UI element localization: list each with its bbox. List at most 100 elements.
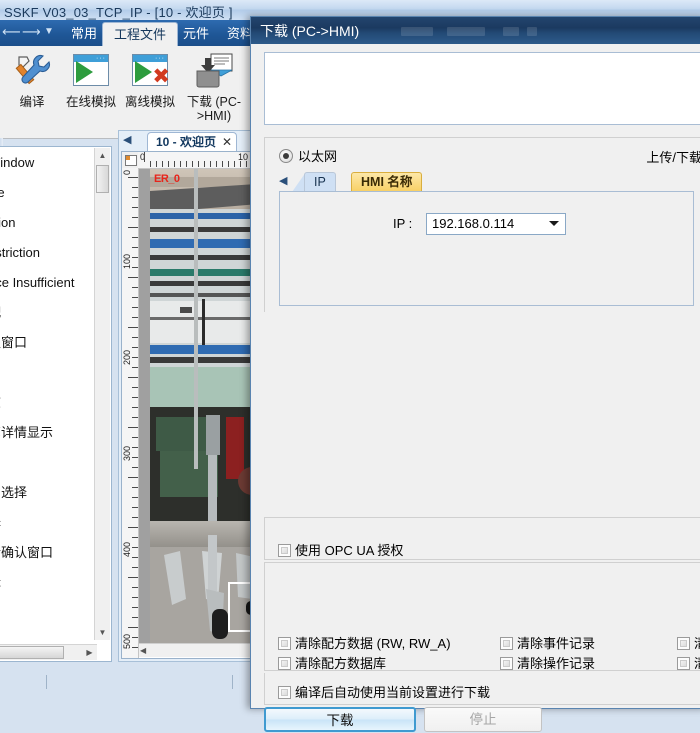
online-simulation-label: 在线模拟 — [66, 95, 116, 109]
window-tree-list[interactable]: Window ise ction estriction ace Insuffic… — [0, 148, 82, 640]
download-log-box[interactable] — [264, 52, 700, 125]
checkbox-label: 清除配方数据库 — [295, 656, 386, 671]
checkbox-icon — [677, 637, 690, 650]
triangle-right-icon[interactable]: ▶ — [82, 645, 97, 660]
list-item[interactable]: ction — [0, 208, 82, 238]
window-tree-panel: Window ise ction estriction ace Insuffic… — [0, 146, 112, 662]
ruler-label: 200 — [122, 350, 132, 365]
document-tab-strip: ◀ 10 - 欢迎页 ✕ — [119, 131, 257, 151]
ip-label: IP : — [393, 216, 412, 231]
checkbox-label: 清 — [694, 656, 700, 671]
close-icon[interactable]: ✕ — [222, 135, 232, 149]
checkbox-clear-extra-1[interactable]: 清 — [677, 633, 700, 652]
radio-ethernet-label: 以太网 — [298, 149, 337, 164]
ip-combobox[interactable]: 192.168.0.114 — [426, 213, 566, 235]
list-item[interactable]: 辑 — [0, 568, 82, 598]
welcome-page-photo[interactable]: ER_0 SB_ — [150, 169, 253, 646]
stop-button[interactable]: 停止 — [424, 707, 542, 732]
list-item[interactable]: ise — [0, 178, 82, 208]
canvas-scroll-region[interactable]: ER_0 SB_ — [139, 169, 253, 657]
document-tab-welcome[interactable]: 10 - 欢迎页 ✕ — [147, 132, 237, 151]
checkbox-auto-download-after-compile[interactable]: 编译后自动使用当前设置进行下载 — [278, 682, 490, 701]
ruler-label: 300 — [122, 446, 132, 461]
triangle-left-icon[interactable]: ◀ — [140, 644, 146, 657]
ribbon-tab-component[interactable]: 元件 — [172, 21, 220, 46]
ribbon-tab-common[interactable]: 常用 — [60, 21, 108, 46]
scrollbar-thumb[interactable] — [0, 646, 64, 659]
triangle-left-icon[interactable]: ◀ — [123, 133, 131, 146]
ruler-label: 400 — [122, 542, 132, 557]
redo-arrow-icon[interactable]: ⟶ — [22, 24, 41, 40]
offline-simulation-button[interactable]: ··· ✖ 离线模拟 — [121, 51, 179, 109]
status-separator — [46, 675, 47, 689]
list-item[interactable]: 志 — [0, 388, 82, 418]
list-item[interactable]: estriction — [0, 238, 82, 268]
horizontal-ruler: 0 10 — [138, 152, 254, 169]
checkbox-icon — [278, 657, 291, 670]
ip-tab-panel: IP : 192.168.0.114 — [279, 191, 694, 306]
triangle-up-icon[interactable]: ▲ — [95, 148, 110, 163]
list-item[interactable]: 艺详情显示 — [0, 418, 82, 448]
radio-ethernet[interactable]: 以太网 — [279, 146, 337, 165]
checkbox-icon — [278, 544, 291, 557]
checkbox-clear-operation-log[interactable]: 清除操作记录 — [500, 653, 595, 672]
connection-tab-strip: ◀ IP HMI 名称 — [279, 170, 694, 192]
dialog-title-bar[interactable]: 下载 (PC->HMI) — [251, 17, 700, 44]
tab-hmi-name[interactable]: HMI 名称 — [351, 172, 422, 192]
window-tree-vertical-scrollbar[interactable]: ▲ ▼ — [94, 148, 110, 640]
compile-label: 编译 — [19, 95, 44, 109]
ip-value: 192.168.0.114 — [432, 216, 514, 231]
tab-ip[interactable]: IP — [304, 172, 336, 192]
checkbox-icon — [278, 686, 291, 699]
list-item[interactable]: 择 — [0, 508, 82, 538]
triangle-down-icon[interactable]: ▼ — [95, 625, 110, 640]
compile-button[interactable]: 编译 — [3, 51, 61, 109]
title-artifact — [503, 27, 519, 36]
scrollbar-thumb[interactable] — [96, 165, 109, 193]
checkbox-icon — [677, 657, 690, 670]
window-tree-horizontal-scrollbar[interactable]: ▶ — [0, 644, 97, 660]
list-item[interactable]: 认窗口 — [0, 328, 82, 358]
download-pc-to-hmi-label: 下载 (PC->HMI) — [187, 95, 241, 123]
undo-arrow-icon[interactable]: ⟵ — [2, 24, 21, 40]
dialog-body: 以太网 上传/下载 ◀ IP HMI 名称 IP : 192.168.0.114 — [254, 44, 700, 705]
list-item[interactable]: 传确认窗口 — [0, 538, 82, 568]
upload-download-label: 上传/下载 — [646, 147, 700, 166]
checkbox-label: 编译后自动使用当前设置进行下载 — [295, 685, 490, 700]
connection-group: 以太网 上传/下载 ◀ IP HMI 名称 IP : 192.168.0.114 — [264, 137, 700, 312]
radio-indicator-icon — [279, 149, 293, 163]
window-play-x-icon: ··· ✖ — [121, 51, 179, 91]
app-title: SSKF V03_03_TCP_IP - [10 - 欢迎页 ] — [4, 2, 233, 21]
list-item[interactable]: 口 — [0, 448, 82, 478]
download-button[interactable]: 下载 — [264, 707, 416, 732]
ribbon-tab-project-file[interactable]: 工程文件 — [102, 22, 178, 46]
list-item[interactable]: ace Insufficient — [0, 268, 82, 298]
chevron-down-icon[interactable] — [549, 221, 559, 226]
checkbox-clear-recipe-database[interactable]: 清除配方数据库 — [278, 653, 386, 672]
checkbox-clear-extra-2[interactable]: 清 — [677, 653, 700, 672]
checkbox-clear-event-log[interactable]: 清除事件记录 — [500, 633, 595, 652]
ruler-label: 100 — [122, 254, 132, 269]
canvas-horizontal-scrollbar[interactable]: ◀ — [139, 643, 253, 657]
status-bar — [0, 662, 250, 709]
chevron-down-icon[interactable]: ▼ — [44, 26, 54, 37]
list-item[interactable]: 口选择 — [0, 478, 82, 508]
list-item[interactable]: 配 — [0, 298, 82, 328]
checkbox-clear-recipe-data[interactable]: 清除配方数据 (RW, RW_A) — [278, 633, 451, 652]
download-pc-to-hmi-button[interactable]: 下载 (PC->HMI) — [180, 51, 248, 123]
checkbox-label: 清除配方数据 (RW, RW_A) — [295, 636, 451, 651]
checkbox-icon — [500, 637, 513, 650]
online-simulation-button[interactable]: ··· 在线模拟 — [62, 51, 120, 109]
checkbox-icon — [500, 657, 513, 670]
application-window: SSKF V03_03_TCP_IP - [10 - 欢迎页 ] ⟵ ⟶ ▼ 常… — [0, 0, 700, 709]
list-item[interactable]: Window — [0, 148, 82, 178]
ruler-corner-button[interactable] — [122, 152, 139, 169]
checkbox-label: 清除事件记录 — [517, 636, 595, 651]
download-to-device-icon — [180, 51, 248, 91]
triangle-left-icon[interactable]: ◀ — [279, 174, 287, 187]
title-artifact — [447, 27, 485, 36]
checkbox-opc-ua[interactable]: 使用 OPC UA 授权 — [278, 540, 403, 559]
document-tab-label: 10 - 欢迎页 — [156, 135, 216, 149]
opc-group: 使用 OPC UA 授权 — [264, 517, 700, 560]
list-item[interactable]: 口 — [0, 358, 82, 388]
